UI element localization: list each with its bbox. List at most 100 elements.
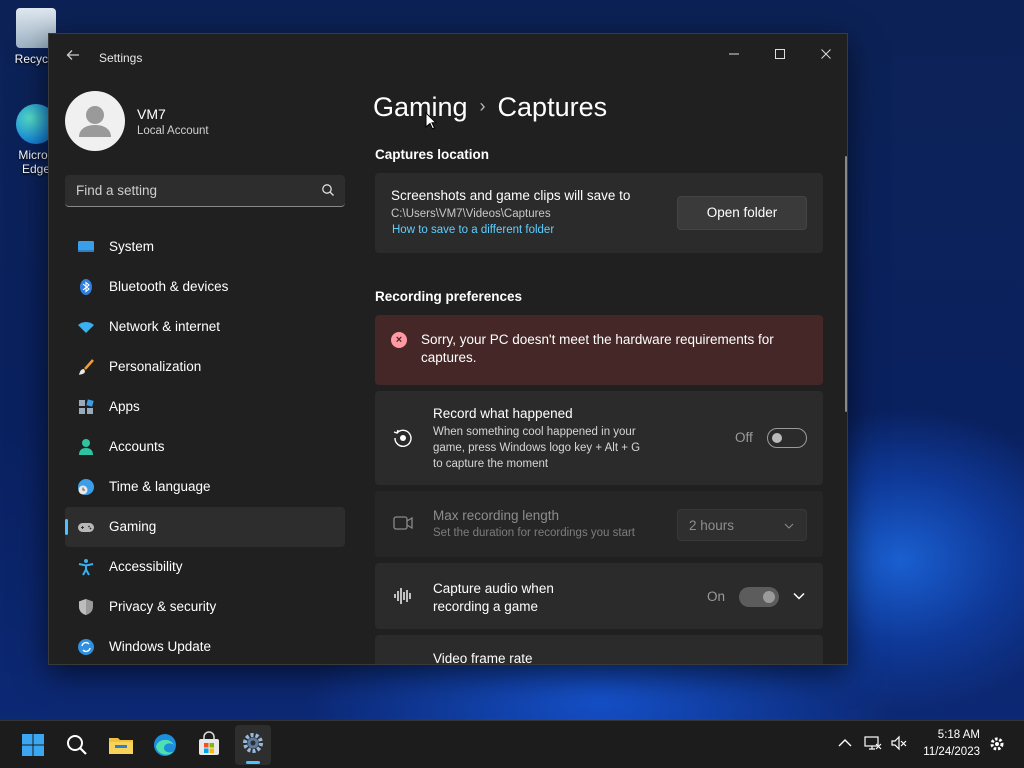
gamepad-icon <box>78 523 94 532</box>
shield-icon <box>79 599 93 615</box>
sidebar-item-label: Apps <box>109 399 140 414</box>
mouse-cursor-icon <box>425 112 437 130</box>
update-icon <box>78 639 94 655</box>
sidebar-item-label: Accounts <box>109 439 165 454</box>
minimize-icon <box>729 53 739 55</box>
sidebar-item-windows-update[interactable]: Windows Update <box>65 627 345 664</box>
profile-account-type: Local Account <box>137 125 209 137</box>
avatar[interactable] <box>65 91 125 151</box>
start-windows-icon[interactable] <box>17 729 49 761</box>
audio-waveform-icon <box>394 588 411 604</box>
record-what-happened-toggle[interactable] <box>767 428 807 448</box>
scrollbar[interactable] <box>845 156 847 412</box>
network-icon[interactable] <box>864 735 882 751</box>
error-message: Sorry, your PC doesn't meet the hardware… <box>421 332 774 365</box>
sidebar-item-label: System <box>109 239 155 254</box>
sidebar-item-gaming[interactable]: Gaming <box>65 507 345 547</box>
section-title-recording-preferences: Recording preferences <box>375 289 523 304</box>
user-silhouette-icon <box>79 106 111 137</box>
close-button[interactable] <box>803 40 847 68</box>
sidebar-item-personalization[interactable]: Personalization <box>65 347 345 387</box>
file-explorer-icon[interactable] <box>105 729 137 761</box>
close-icon <box>821 49 831 59</box>
sidebar-item-label: Time & language <box>109 479 211 494</box>
sidebar-item-network[interactable]: Network & internet <box>65 307 345 347</box>
settings-window: Settings VM7 Local Account Find a settin… <box>48 33 848 665</box>
section-title-captures-location: Captures location <box>375 147 490 162</box>
sidebar-item-label: Privacy & security <box>109 599 217 614</box>
brush-icon <box>79 359 94 375</box>
max-recording-length-card: Max recording length Set the duration fo… <box>375 491 823 557</box>
capture-audio-state-label: On <box>707 589 726 604</box>
different-folder-link[interactable]: How to save to a different folder <box>392 224 554 236</box>
video-frame-rate-title: Video frame rate <box>433 651 533 665</box>
clock-time[interactable]: 5:18 AM <box>912 729 980 741</box>
sidebar-item-label: Accessibility <box>109 559 183 574</box>
bluetooth-icon <box>80 279 92 295</box>
sidebar-item-label: Bluetooth & devices <box>109 279 229 294</box>
arrow-left-icon <box>66 50 79 60</box>
max-recording-length-dropdown[interactable]: 2 hours <box>677 509 807 541</box>
search-input[interactable]: Find a setting <box>65 175 345 207</box>
capture-audio-card[interactable]: Capture audio when recording a game On <box>375 563 823 629</box>
capture-audio-toggle[interactable] <box>739 587 779 607</box>
settings-taskbar-button[interactable] <box>235 725 271 765</box>
speaker-muted-icon[interactable] <box>890 735 908 751</box>
toggle-knob <box>763 591 775 603</box>
record-what-happened-card: Record what happened When something cool… <box>375 391 823 485</box>
open-folder-button[interactable]: Open folder <box>677 196 807 230</box>
breadcrumb: Gaming › Captures <box>373 92 607 123</box>
sidebar-item-label: Windows Update <box>109 639 212 654</box>
chevron-right-icon: › <box>479 96 486 116</box>
sidebar-item-privacy[interactable]: Privacy & security <box>65 587 345 627</box>
chevron-down-icon[interactable] <box>793 592 805 600</box>
record-what-happened-description: When something cool happened in your gam… <box>433 426 641 470</box>
gear-icon <box>243 733 263 753</box>
sidebar-item-label: Gaming <box>109 519 157 534</box>
globe-clock-icon <box>78 479 94 495</box>
maximize-button[interactable] <box>757 40 803 68</box>
sidebar-item-label: Personalization <box>109 359 202 374</box>
max-recording-length-description: Set the duration for recordings you star… <box>433 527 635 539</box>
minimize-button[interactable] <box>711 40 757 68</box>
record-history-icon <box>393 429 412 447</box>
sidebar-item-apps[interactable]: Apps <box>65 387 345 427</box>
search-icon <box>322 184 334 196</box>
apps-icon <box>79 399 94 414</box>
accessibility-icon <box>78 559 94 576</box>
accounts-icon <box>79 439 93 455</box>
captures-location-description: Screenshots and game clips will save to <box>391 188 631 203</box>
capture-audio-title: Capture audio when recording a game <box>433 581 554 614</box>
active-app-indicator <box>246 761 260 764</box>
video-frame-rate-card[interactable]: Video frame rate <box>375 635 823 665</box>
error-icon: × <box>391 332 407 348</box>
title-bar[interactable]: Settings <box>49 34 847 82</box>
taskbar: 5:18 AM 11/24/2023 <box>0 720 1024 768</box>
sidebar-item-accessibility[interactable]: Accessibility <box>65 547 345 587</box>
search-icon[interactable] <box>61 729 93 761</box>
hardware-error-banner: × Sorry, your PC doesn't meet the hardwa… <box>375 315 823 385</box>
sidebar-item-system[interactable]: System <box>65 227 345 267</box>
chevron-down-icon <box>784 523 794 529</box>
dropdown-value: 2 hours <box>689 518 735 533</box>
sidebar-item-bluetooth[interactable]: Bluetooth & devices <box>65 267 345 307</box>
notifications-gear-icon[interactable] <box>988 735 1006 753</box>
record-toggle-state-label: Off <box>735 430 753 445</box>
toggle-knob <box>772 433 782 443</box>
system-icon <box>78 241 94 252</box>
sidebar-item-time-language[interactable]: Time & language <box>65 467 345 507</box>
breadcrumb-parent[interactable]: Gaming <box>373 92 468 122</box>
chevron-up-icon[interactable] <box>838 738 852 748</box>
breadcrumb-current: Captures <box>497 92 608 122</box>
wifi-icon <box>78 322 94 333</box>
back-button[interactable] <box>63 48 83 68</box>
maximize-icon <box>775 49 785 59</box>
microsoft-store-icon[interactable] <box>193 729 225 761</box>
captures-location-card: Screenshots and game clips will save to … <box>375 173 823 253</box>
sidebar-item-accounts[interactable]: Accounts <box>65 427 345 467</box>
sidebar-nav: System Bluetooth & devices Network & int… <box>65 227 345 664</box>
clock-date[interactable]: 11/24/2023 <box>912 746 980 758</box>
edge-icon[interactable] <box>149 729 181 761</box>
profile-name: VM7 <box>137 106 166 122</box>
record-what-happened-title: Record what happened <box>433 406 573 421</box>
